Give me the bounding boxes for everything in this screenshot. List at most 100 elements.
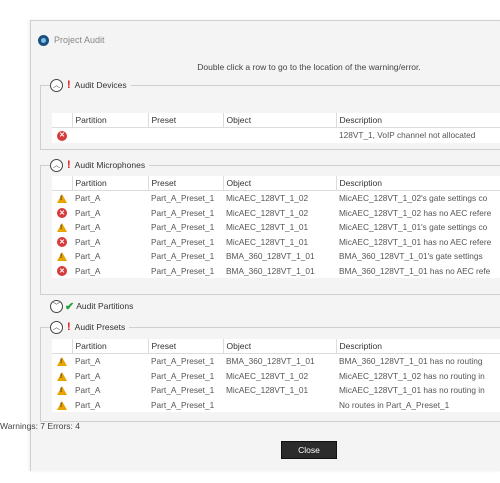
table-row[interactable]: Part_A Part_A_Preset_1 MicAEC_128VT_1_01 Mi… [52, 383, 500, 398]
error-icon: ✕ [57, 237, 67, 248]
preset-column-header[interactable]: Preset [148, 339, 224, 354]
table-row[interactable]: ✕ Part_A Part_A_Preset_1 BMA_360_128VT_1_01… [52, 264, 500, 279]
error-status-icon: ! [67, 79, 71, 91]
group-title: Audit Presets [74, 322, 126, 332]
preset-cell: Part_A_Preset_1 [151, 356, 215, 367]
description-column-header[interactable]: Description [336, 113, 500, 128]
audit-summary: Warnings: 7 Errors: 4 [0, 421, 80, 431]
description-cell: MicAEC_128VT_1_01 has no AEC refere [339, 236, 492, 247]
partition-cell: Part_A [75, 236, 101, 247]
object-cell [223, 128, 336, 143]
status-column-header[interactable] [52, 339, 73, 354]
status-cell [52, 383, 72, 398]
warning-icon [57, 400, 67, 410]
description-cell: MicAEC_128VT_1_01's gate settings co [339, 222, 488, 233]
status-cell [52, 220, 72, 235]
status-cell [52, 191, 72, 206]
table-row[interactable]: ✕ 128VT_1, VoIP channel not allocated [52, 128, 500, 143]
group-header-audit-microphones[interactable]: ︿ ! Audit Microphones [50, 158, 150, 172]
preset-cell: Part_A_Preset_1 [151, 207, 215, 218]
object-cell: BMA_360_128VT_1_01 [226, 251, 315, 262]
group-header-audit-presets[interactable]: ︿ ! Audit Presets [50, 320, 130, 334]
description-cell: MicAEC_128VT_1_01 has no routing in [339, 385, 485, 396]
object-cell: BMA_360_128VT_1_01 [226, 356, 315, 367]
collapse-chevron-icon[interactable]: ︿ [50, 158, 63, 172]
error-icon: ✕ [57, 130, 67, 141]
error-icon: ✕ [57, 266, 67, 277]
description-cell: No routes in Part_A_Preset_1 [339, 399, 450, 410]
table-header-row: Partition Preset Object Description [52, 339, 500, 354]
warning-icon [57, 194, 67, 204]
preset-cell: Part_A_Preset_1 [151, 265, 215, 276]
ok-check-icon: ✔ [65, 300, 75, 313]
partition-cell: Part_A [75, 385, 101, 396]
preset-cell: Part_A_Preset_1 [151, 385, 215, 396]
preset-cell: Part_A_Preset_1 [151, 222, 215, 233]
table-row[interactable]: Part_A Part_A_Preset_1 MicAEC_128VT_1_01 Mi… [52, 220, 500, 235]
preset-cell: Part_A_Preset_1 [151, 399, 215, 410]
preset-column-header[interactable]: Preset [148, 113, 224, 128]
partition-column-header[interactable]: Partition [72, 339, 149, 354]
group-header-audit-devices[interactable]: ︿ ! Audit Devices [50, 78, 131, 92]
microphones-table: PartitionPresetObjectDescription Part_AP… [52, 176, 500, 278]
preset-cell: Part_A_Preset_1 [151, 251, 215, 262]
expand-chevron-icon[interactable]: ﹀ [50, 299, 63, 313]
description-cell: MicAEC_128VT_1_02's gate settings co [339, 193, 488, 204]
description-cell: BMA_360_128VT_1_01 has no AEC refe [339, 265, 491, 276]
table-row[interactable]: ✕ Part_A Part_A_Preset_1 MicAEC_128VT_1_02 M… [52, 206, 500, 221]
status-column-header[interactable] [52, 113, 73, 128]
warning-icon [57, 357, 67, 367]
description-cell: MicAEC_128VT_1_02 has no routing in [339, 370, 485, 381]
partition-cell: Part_A [75, 222, 101, 233]
partition-cell [72, 128, 148, 143]
group-header-audit-partitions[interactable]: ﹀ ✔ Audit Partitions [50, 299, 138, 313]
warning-icon [57, 371, 67, 381]
status-column-header[interactable] [52, 176, 73, 191]
object-cell: MicAEC_128VT_1_02 [226, 193, 309, 204]
preset-cell [148, 128, 223, 143]
group-title: Audit Devices [74, 80, 127, 90]
object-cell: MicAEC_128VT_1_02 [226, 370, 309, 381]
partition-column-header[interactable]: Partition [72, 113, 149, 128]
partition-column-header[interactable]: Partition [72, 176, 149, 191]
table-header-row: Partition Preset Object Description [52, 113, 500, 128]
object-cell: BMA_360_128VT_1_01 [226, 265, 315, 276]
table-row[interactable]: Part_A Part_A_Preset_1 BMA_360_128VT_1_01 B… [52, 354, 500, 369]
collapse-chevron-icon[interactable]: ︿ [50, 320, 63, 334]
preset-cell: Part_A_Preset_1 [151, 370, 215, 381]
object-column-header[interactable]: Object [223, 113, 337, 128]
status-cell [52, 369, 72, 384]
collapse-chevron-icon[interactable]: ︿ [50, 78, 63, 92]
object-column-header[interactable]: Object [223, 176, 337, 191]
presets-table: PartitionPresetObjectDescription Part_AP… [52, 339, 500, 412]
partition-cell: Part_A [75, 193, 101, 204]
description-column-header[interactable]: Description [336, 176, 500, 191]
table-row[interactable]: Part_A Part_A_Preset_1 MicAEC_128VT_1_02 Mi… [52, 369, 500, 384]
table-row[interactable]: ✕ Part_A Part_A_Preset_1 MicAEC_128VT_1_01 M… [52, 235, 500, 250]
object-cell: MicAEC_128VT_1_01 [226, 222, 309, 233]
error-status-icon: ! [67, 321, 71, 333]
warning-icon [57, 386, 67, 396]
description-cell: BMA_360_128VT_1_01 has no routing [339, 356, 483, 367]
project-audit-window: Project Audit Double click a row to go t… [30, 20, 500, 471]
preset-cell: Part_A_Preset_1 [151, 193, 215, 204]
object-cell: MicAEC_128VT_1_02 [226, 207, 309, 218]
preset-column-header[interactable]: Preset [148, 176, 224, 191]
object-cell [223, 398, 336, 413]
table-row[interactable]: Part_A Part_A_Preset_1 No routes in Part_A… [52, 398, 500, 413]
table-row[interactable]: Part_A Part_A_Preset_1 BMA_360_128VT_1_01 B… [52, 249, 500, 264]
table-row[interactable]: Part_A Part_A_Preset_1 MicAEC_128VT_1_02 Mi… [52, 191, 500, 206]
description-cell: MicAEC_128VT_1_02 has no AEC refere [339, 207, 492, 218]
status-cell: ✕ [52, 264, 72, 279]
status-cell: ✕ [52, 235, 72, 250]
description-cell: 128VT_1, VoIP channel not allocated [339, 130, 476, 141]
error-icon: ✕ [57, 208, 67, 219]
preset-cell: Part_A_Preset_1 [151, 236, 215, 247]
close-button[interactable]: Close [281, 441, 337, 459]
description-column-header[interactable]: Description [336, 339, 500, 354]
devices-table: Partition Preset Object Description ✕ 128VT_… [52, 113, 500, 143]
object-column-header[interactable]: Object [223, 339, 337, 354]
partition-cell: Part_A [75, 356, 101, 367]
warning-icon [57, 252, 67, 262]
group-title: Audit Microphones [74, 160, 146, 170]
